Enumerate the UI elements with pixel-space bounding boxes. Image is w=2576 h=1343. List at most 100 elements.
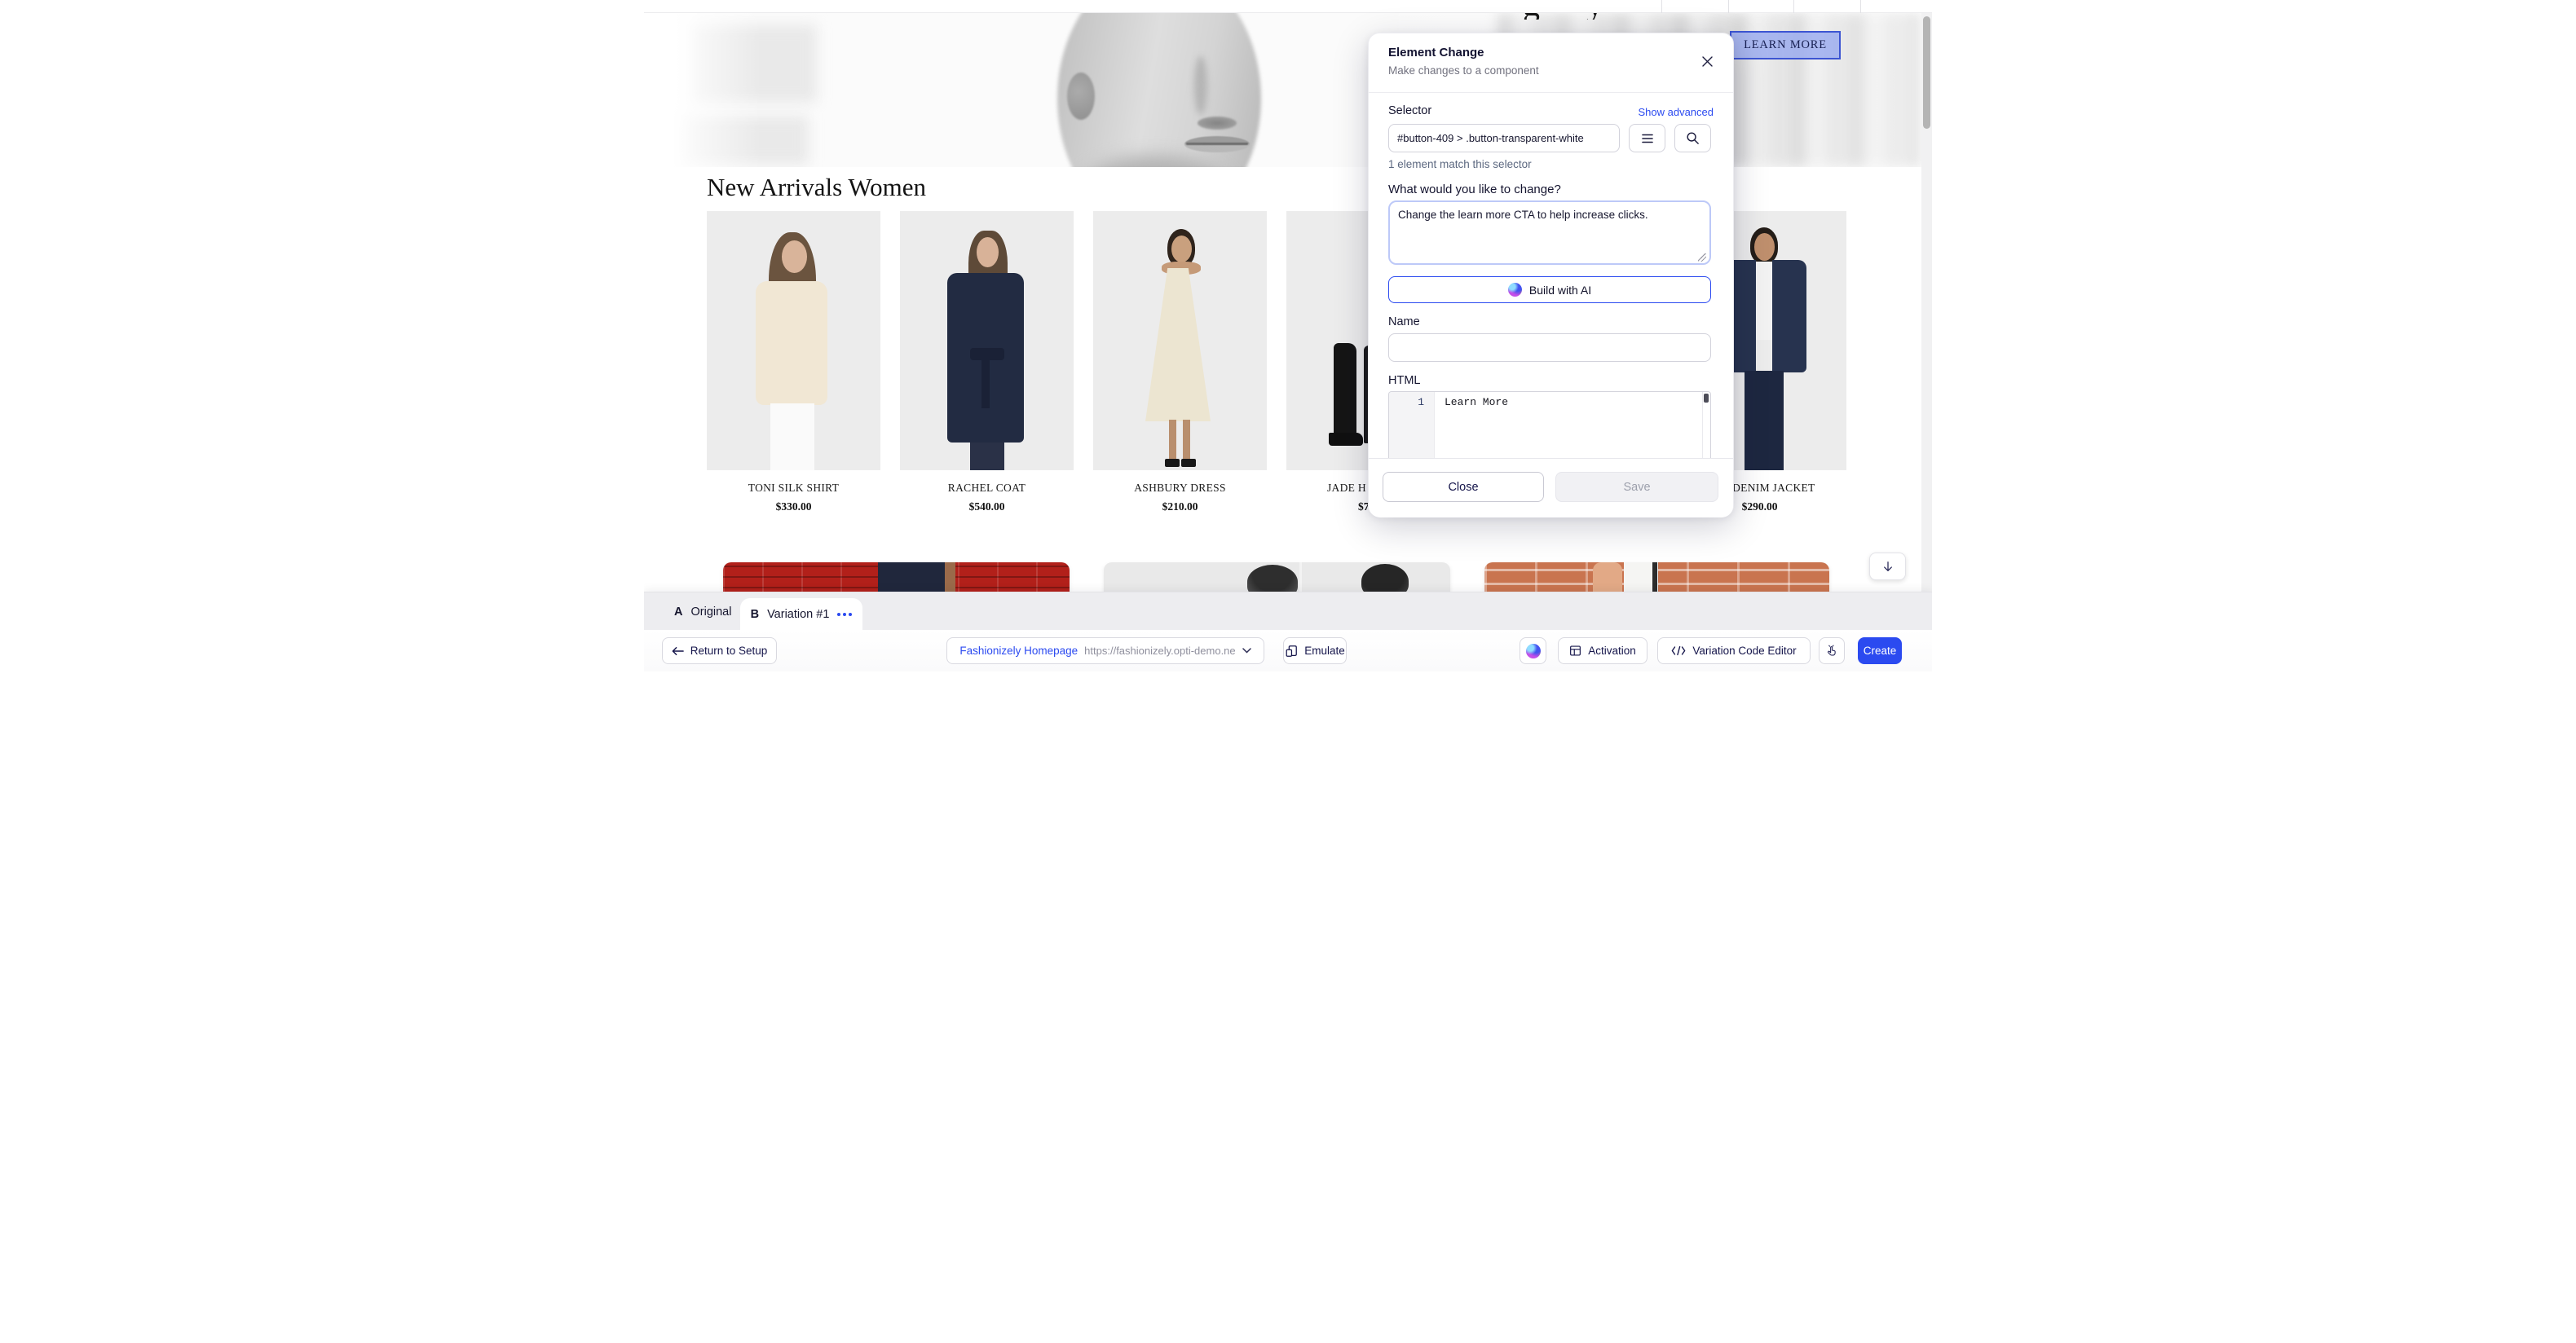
return-to-setup-button[interactable]: Return to Setup	[662, 637, 777, 664]
layout-icon	[1569, 645, 1581, 657]
interactive-mode-button[interactable]	[1819, 637, 1845, 664]
nav-cell-divider	[1793, 0, 1794, 13]
code-content[interactable]: Learn More	[1445, 396, 1508, 408]
nav-cell-divider	[1860, 0, 1861, 13]
clipped-hero-heading: g y	[1516, 13, 1622, 20]
figure-sandal	[1165, 459, 1180, 467]
editor-stage: g y LEARN MORE New Arrivals Women TONI S…	[644, 0, 1932, 672]
section-heading: New Arrivals Women	[707, 173, 926, 202]
code-scrollbar-track	[1702, 392, 1710, 458]
create-button[interactable]: Create	[1858, 637, 1902, 664]
build-with-ai-label: Build with AI	[1529, 284, 1591, 297]
figure-face	[1754, 233, 1775, 261]
arrow-down-icon	[1881, 560, 1895, 573]
devices-icon	[1285, 645, 1298, 658]
code-line-number: 1	[1389, 392, 1435, 458]
variation-code-editor-button[interactable]: Variation Code Editor	[1657, 637, 1811, 664]
element-change-dialog: Element Change Make changes to a compone…	[1368, 33, 1734, 517]
figure-pants	[770, 403, 814, 470]
figure-leg	[1169, 420, 1176, 462]
chevron-down-icon	[1242, 648, 1251, 654]
ai-tools-button[interactable]	[1520, 637, 1546, 664]
heading-fragment: g	[1523, 13, 1540, 20]
product-name: ASHBURY DRESS	[1093, 482, 1267, 495]
figure-halter-dress	[1145, 268, 1211, 421]
tab-label: Original	[690, 605, 731, 619]
product-name: TONI SILK SHIRT	[707, 482, 880, 495]
figure-face	[977, 237, 999, 267]
hamburger-icon	[1641, 133, 1654, 144]
dialog-title: Element Change	[1388, 46, 1484, 59]
figure-trousers	[970, 443, 1004, 470]
activation-label: Activation	[1588, 645, 1636, 657]
code-scrollbar-thumb[interactable]	[1704, 394, 1709, 403]
name-input[interactable]	[1388, 333, 1711, 362]
dialog-divider	[1369, 92, 1733, 93]
name-label: Name	[1388, 315, 1420, 328]
close-icon[interactable]	[1697, 51, 1717, 71]
build-with-ai-button[interactable]: Build with AI	[1388, 276, 1711, 303]
figure-denim-panel	[1772, 260, 1806, 372]
page-scrollbar-track	[1921, 13, 1932, 592]
selector-match-text: 1 element match this selector	[1388, 158, 1532, 170]
scroll-down-button[interactable]	[1869, 553, 1906, 580]
pointer-hand-icon	[1825, 645, 1838, 658]
emulate-button[interactable]: Emulate	[1283, 637, 1347, 664]
nav-cell-divider	[1728, 0, 1729, 13]
learn-more-cta[interactable]: LEARN MORE	[1730, 31, 1841, 59]
page-name-link[interactable]: Fashionizely Homepage	[959, 645, 1078, 657]
html-code-editor[interactable]: 1 Learn More	[1388, 391, 1711, 458]
dialog-subtitle: Make changes to a component	[1388, 64, 1539, 77]
show-advanced-link[interactable]: Show advanced	[1638, 106, 1714, 118]
tab-variation-1[interactable]: B Variation #1	[740, 598, 862, 631]
tab-badge: A	[674, 605, 682, 619]
emulate-label: Emulate	[1304, 645, 1345, 657]
figure-belt-strap	[981, 358, 990, 408]
product-image[interactable]	[900, 211, 1074, 470]
selector-label: Selector	[1388, 104, 1431, 117]
site-top-strip	[644, 0, 1932, 13]
product-card[interactable]: TONI SILK SHIRT $330.00	[707, 211, 880, 513]
product-price: $540.00	[900, 500, 1074, 513]
figure-sandal	[1181, 459, 1196, 467]
code-icon	[1671, 645, 1686, 656]
close-button[interactable]: Close	[1383, 472, 1544, 502]
product-name: RACHEL COAT	[900, 482, 1074, 495]
figure-jeans	[1745, 371, 1784, 470]
page-url-selector[interactable]: Fashionizely Homepage https://fashionize…	[946, 637, 1264, 664]
dialog-footer: Close Save	[1369, 458, 1733, 517]
ai-sphere-icon	[1508, 283, 1522, 297]
tab-label: Variation #1	[767, 608, 829, 621]
figure-face	[1171, 236, 1192, 262]
page-url-text: https://fashionizely.opti-demo.ne	[1084, 645, 1235, 657]
html-label: HTML	[1388, 374, 1420, 387]
figure-leg	[1183, 420, 1190, 462]
selector-search-button[interactable]	[1674, 124, 1711, 152]
tab-menu-dots[interactable]	[837, 613, 852, 616]
tab-original[interactable]: A Original	[674, 592, 731, 631]
arrow-left-icon	[672, 646, 684, 656]
save-button[interactable]: Save	[1555, 472, 1718, 502]
change-question-label: What would you like to change?	[1388, 183, 1561, 196]
nav-cell-divider	[1661, 0, 1662, 13]
product-image[interactable]	[707, 211, 880, 470]
product-card[interactable]: ASHBURY DRESS $210.00	[1093, 211, 1267, 513]
activation-button[interactable]: Activation	[1558, 637, 1647, 664]
variation-tab-strip: A Original B Variation #1	[644, 592, 1932, 630]
editor-toolbar: Return to Setup Fashionizely Homepage ht…	[644, 630, 1932, 672]
product-image[interactable]	[1093, 211, 1267, 470]
page-scrollbar-thumb[interactable]	[1923, 16, 1930, 129]
selector-list-button[interactable]	[1629, 124, 1665, 152]
variation-code-editor-label: Variation Code Editor	[1692, 645, 1796, 657]
tab-badge: B	[751, 608, 759, 621]
figure-silk-shirt	[756, 281, 827, 405]
editor-bottom-bar: A Original B Variation #1 Return to Setu…	[644, 592, 1932, 672]
figure-face	[782, 240, 807, 273]
heading-fragment: y	[1586, 13, 1603, 20]
product-card[interactable]: RACHEL COAT $540.00	[900, 211, 1074, 513]
figure-boot-shaft	[1334, 343, 1356, 438]
product-price: $330.00	[707, 500, 880, 513]
selector-input[interactable]	[1388, 124, 1620, 152]
change-request-textarea[interactable]: Change the learn more CTA to help increa…	[1388, 200, 1711, 265]
ai-sphere-icon	[1526, 644, 1541, 658]
